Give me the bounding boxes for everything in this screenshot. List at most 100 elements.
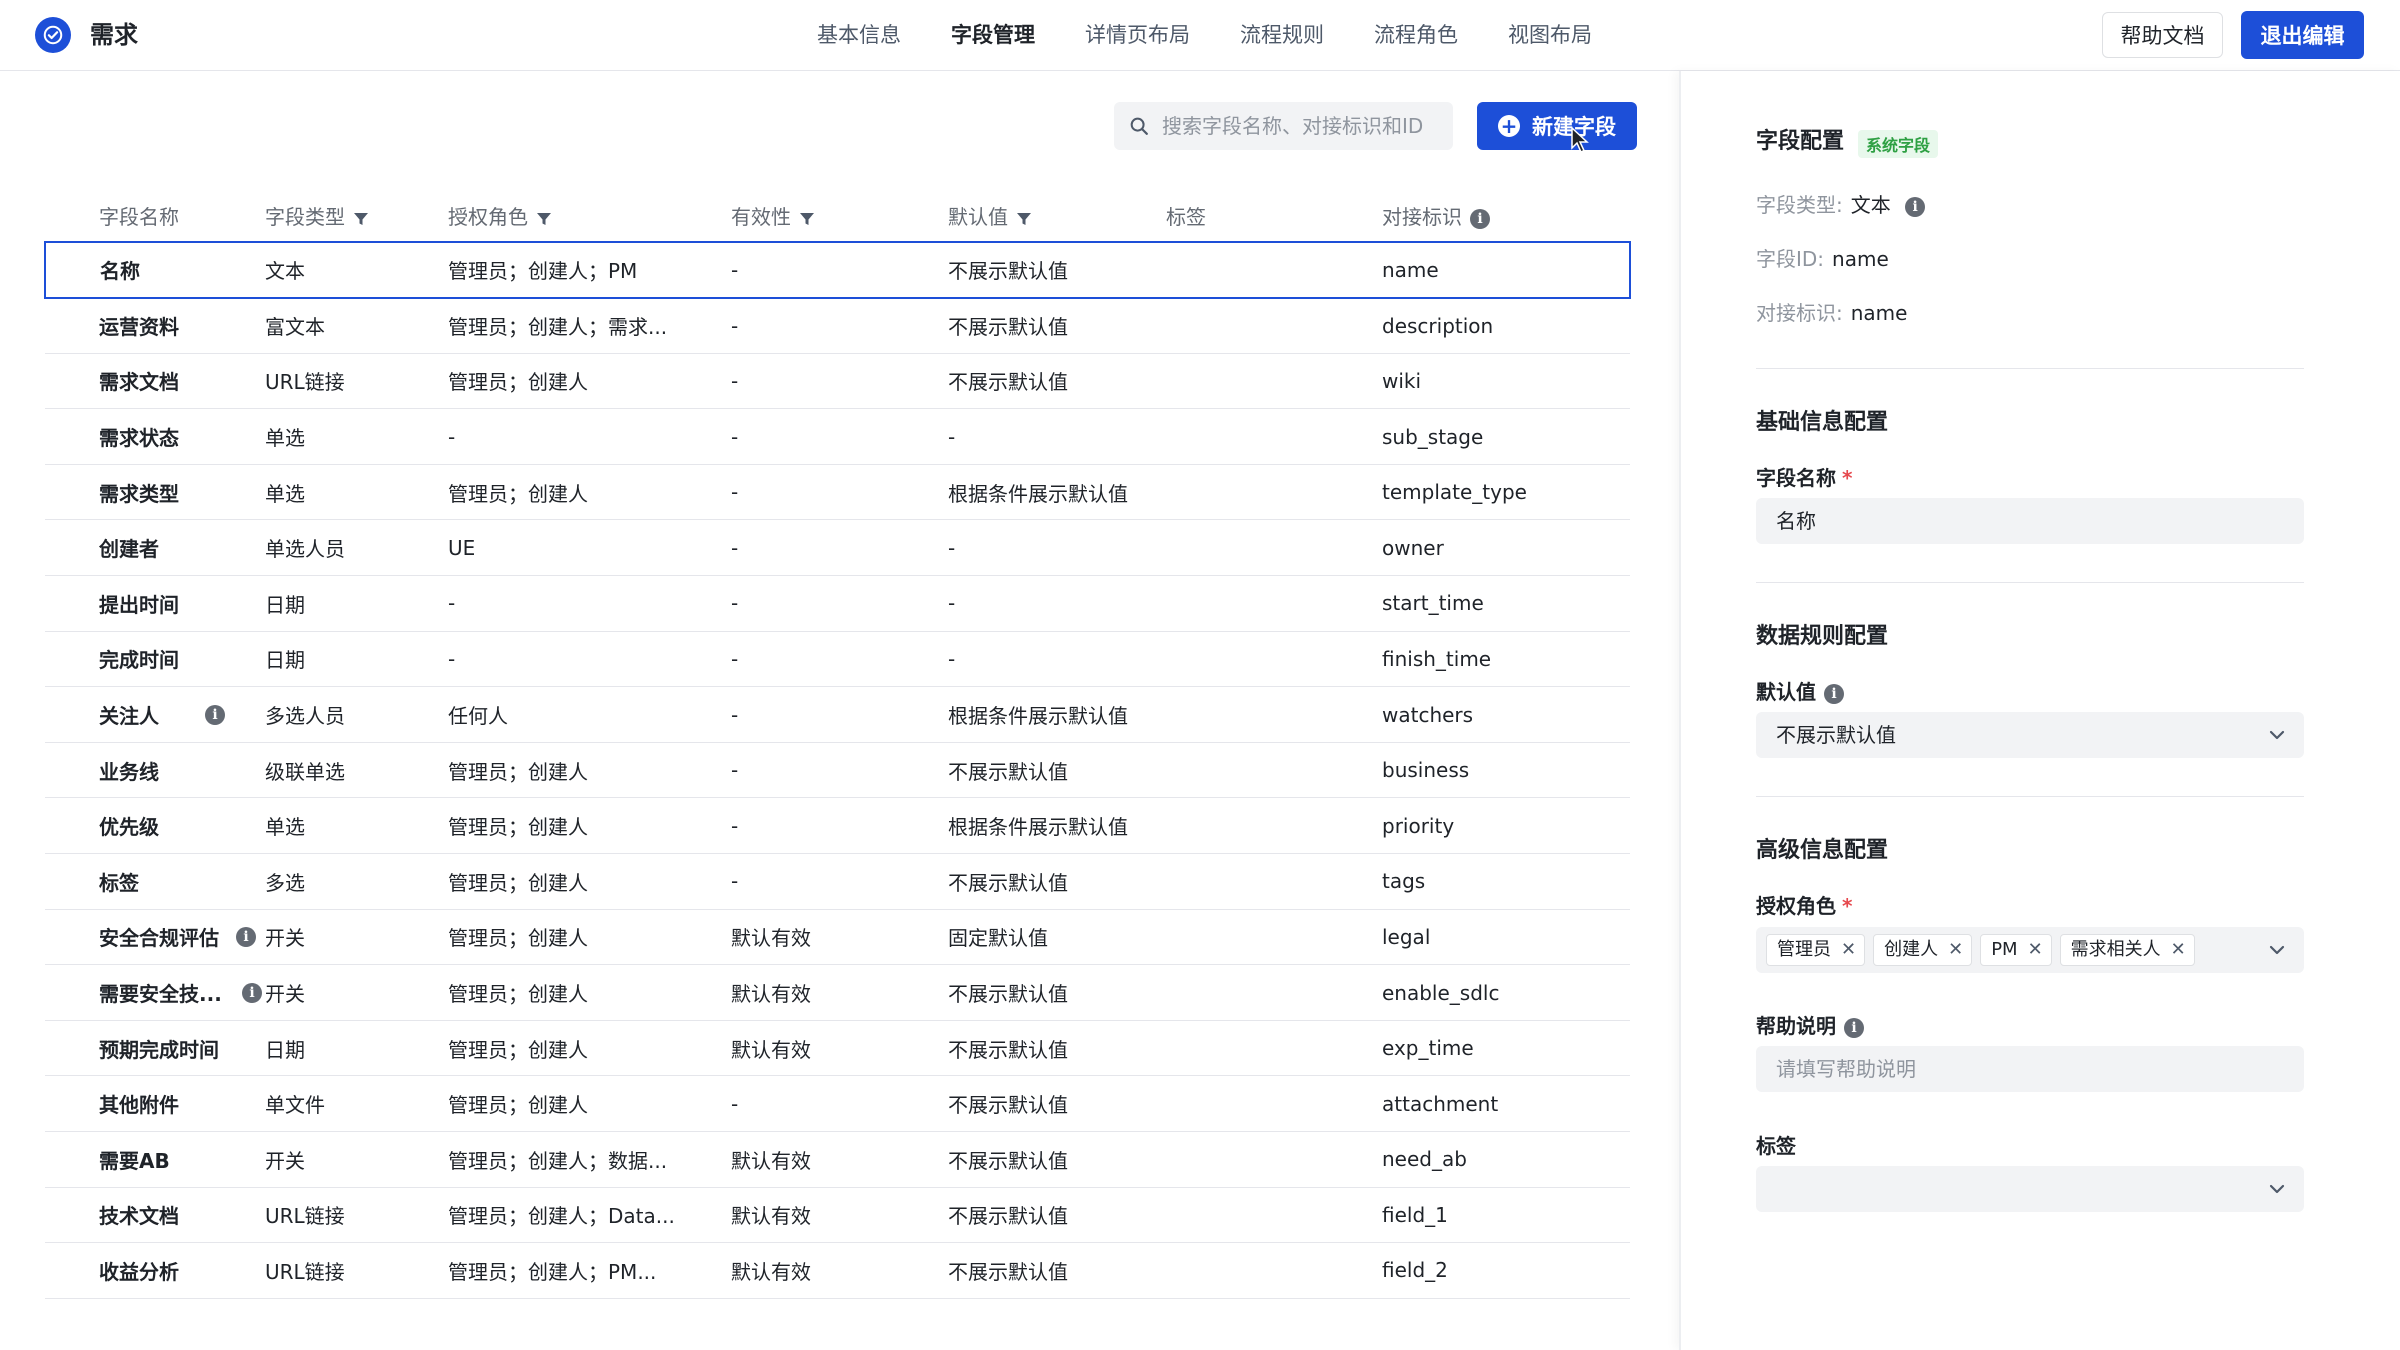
tag-select[interactable]: [1756, 1166, 2304, 1212]
search-input[interactable]: [1162, 114, 1442, 138]
col-header-type[interactable]: 字段类型: [265, 190, 448, 243]
role-chip: 需求相关人 ✕: [2059, 934, 2195, 966]
info-icon[interactable]: i: [1905, 196, 1926, 217]
field-default-cell: 不展示默认值: [948, 1187, 1166, 1244]
nav-flow-roles[interactable]: 流程角色: [1349, 0, 1483, 71]
field-role-cell: 管理员；创建人: [448, 742, 731, 799]
field-key-cell: name: [1382, 241, 1631, 299]
field-validity-cell: -: [731, 575, 948, 632]
field-tag-cell: [1166, 241, 1382, 299]
field-key-cell: business: [1382, 742, 1630, 799]
field-role-cell: UE: [448, 519, 731, 577]
table-row[interactable]: 需求文档 URL链接 管理员；创建人 - 不展示默认值 wiki: [45, 353, 1630, 410]
table-row[interactable]: 名称 文本 管理员；创建人；PM - 不展示默认值 name: [44, 241, 1631, 299]
col-header-validity[interactable]: 有效性: [731, 190, 948, 243]
field-validity-cell: 默认有效: [731, 1131, 948, 1188]
nav-field-management[interactable]: 字段管理: [926, 0, 1060, 71]
default-value-select[interactable]: 不展示默认值: [1756, 712, 2304, 758]
close-icon[interactable]: ✕: [2171, 935, 2186, 965]
table-row[interactable]: 预期完成时间 日期 管理员；创建人 默认有效 不展示默认值 exp_time: [45, 1020, 1630, 1077]
exit-edit-button[interactable]: 退出编辑: [2241, 11, 2364, 59]
system-field-badge: 系统字段: [1858, 129, 1939, 158]
field-role-cell: 管理员；创建人；数据...: [448, 1131, 731, 1188]
filter-icon[interactable]: [1016, 211, 1032, 227]
info-icon[interactable]: i: [1844, 1017, 1864, 1038]
nav-flow-rules[interactable]: 流程规则: [1215, 0, 1349, 71]
table-row[interactable]: 其他附件 单文件 管理员；创建人 - 不展示默认值 attachment: [45, 1075, 1630, 1132]
field-name-input[interactable]: 名称: [1756, 498, 2304, 544]
field-tag-cell: [1166, 353, 1382, 410]
table-row[interactable]: 需求状态 单选 - - - sub_stage: [45, 408, 1630, 465]
field-tag-cell: [1166, 853, 1382, 910]
field-name-cell: 收益分析: [45, 1242, 265, 1299]
nav-basic-info[interactable]: 基本信息: [792, 0, 926, 71]
panel-title: 字段配置: [1756, 129, 1845, 154]
new-field-button[interactable]: + 新建字段: [1477, 102, 1637, 150]
table-row[interactable]: 优先级 单选 管理员；创建人 - 根据条件展示默认值 priority: [45, 797, 1630, 855]
close-icon[interactable]: ✕: [1841, 935, 1856, 965]
field-type-cell: URL链接: [265, 1187, 448, 1244]
filter-icon[interactable]: [799, 211, 815, 227]
field-type-cell: 日期: [265, 575, 448, 632]
field-key-cell: description: [1382, 297, 1630, 354]
field-name-cell: 标签: [45, 853, 265, 910]
field-tag-cell: [1166, 408, 1382, 465]
field-key-cell: start_time: [1382, 575, 1630, 632]
roles-select[interactable]: 管理员 ✕ 创建人 ✕ PM ✕ 需求相关人 ✕: [1756, 927, 2304, 973]
field-role-cell: 管理员；创建人；PM...: [448, 1242, 731, 1299]
field-role-cell: 管理员；创建人: [448, 1020, 731, 1077]
info-icon[interactable]: i: [242, 982, 262, 1003]
col-header-role[interactable]: 授权角色: [448, 190, 731, 243]
field-key-cell: field_2: [1382, 1242, 1630, 1299]
field-role-cell: 任何人: [448, 686, 731, 743]
table-row[interactable]: 完成时间 日期 - - - finish_time: [45, 631, 1630, 688]
field-tag-cell: [1166, 1020, 1382, 1077]
info-icon[interactable]: i: [1824, 683, 1844, 704]
table-row[interactable]: 需求类型 单选 管理员；创建人 - 根据条件展示默认值 template_type: [45, 464, 1630, 521]
table-row[interactable]: 安全合规评估 i 开关 管理员；创建人 默认有效 固定默认值 legal: [45, 909, 1630, 966]
table-row[interactable]: 提出时间 日期 - - - start_time: [45, 575, 1630, 632]
field-default-cell: -: [948, 408, 1166, 465]
filter-icon[interactable]: [353, 211, 369, 227]
role-chip: PM ✕: [1980, 934, 2052, 966]
table-row[interactable]: 需要安全技... i 开关 管理员；创建人 默认有效 不展示默认值 enable_sdlc: [45, 964, 1630, 1021]
field-default-cell: -: [948, 575, 1166, 632]
help-text-input[interactable]: 请填写帮助说明: [1756, 1046, 2304, 1092]
search-box[interactable]: [1114, 102, 1453, 150]
field-tag-cell: [1166, 575, 1382, 632]
field-role-cell: -: [448, 575, 731, 632]
field-type-cell: 单选人员: [265, 519, 448, 577]
table-row[interactable]: 收益分析 URL链接 管理员；创建人；PM... 默认有效 不展示默认值 field_2: [45, 1242, 1630, 1299]
col-header-default[interactable]: 默认值: [948, 190, 1166, 243]
nav-detail-layout[interactable]: 详情页布局: [1060, 0, 1215, 71]
table-row[interactable]: 标签 多选 管理员；创建人 - 不展示默认值 tags: [45, 853, 1630, 910]
field-tag-cell: [1166, 519, 1382, 577]
field-name-cell: 运营资料: [45, 297, 265, 354]
field-key-cell: attachment: [1382, 1075, 1630, 1132]
info-icon[interactable]: i: [205, 704, 225, 725]
field-tag-cell: [1166, 1131, 1382, 1188]
field-role-cell: 管理员；创建人: [448, 909, 731, 966]
table-row[interactable]: 创建者 单选人员 UE - - owner: [45, 519, 1630, 577]
table-row[interactable]: 技术文档 URL链接 管理员；创建人；Data... 默认有效 不展示默认值 field_…: [45, 1187, 1630, 1244]
tag-label: 标签: [1756, 1134, 1796, 1158]
filter-icon[interactable]: [536, 211, 552, 227]
table-row[interactable]: 业务线 级联单选 管理员；创建人 - 不展示默认值 business: [45, 742, 1630, 799]
info-icon[interactable]: i: [1470, 208, 1490, 229]
field-name-cell: 预期完成时间: [45, 1020, 265, 1077]
field-name-cell: 创建者: [45, 519, 265, 577]
table-row[interactable]: 需要AB 开关 管理员；创建人；数据... 默认有效 不展示默认值 need_ab: [45, 1131, 1630, 1188]
field-tag-cell: [1166, 464, 1382, 521]
advanced-config-title: 高级信息配置: [1756, 838, 1889, 863]
field-default-cell: 根据条件展示默认值: [948, 464, 1166, 521]
field-name-cell: 完成时间: [45, 631, 265, 688]
table-row[interactable]: 运营资料 富文本 管理员；创建人；需求... - 不展示默认值 description: [45, 297, 1630, 354]
help-docs-button[interactable]: 帮助文档: [2102, 12, 2223, 58]
nav-view-layout[interactable]: 视图布局: [1483, 0, 1617, 71]
table-row[interactable]: 关注人 i 多选人员 任何人 - 根据条件展示默认值 watchers: [45, 686, 1630, 743]
field-default-cell: 不展示默认值: [948, 1242, 1166, 1299]
field-name-cell: 安全合规评估 i: [45, 909, 265, 966]
close-icon[interactable]: ✕: [1948, 935, 1963, 965]
info-icon[interactable]: i: [236, 926, 256, 947]
close-icon[interactable]: ✕: [2028, 935, 2043, 965]
